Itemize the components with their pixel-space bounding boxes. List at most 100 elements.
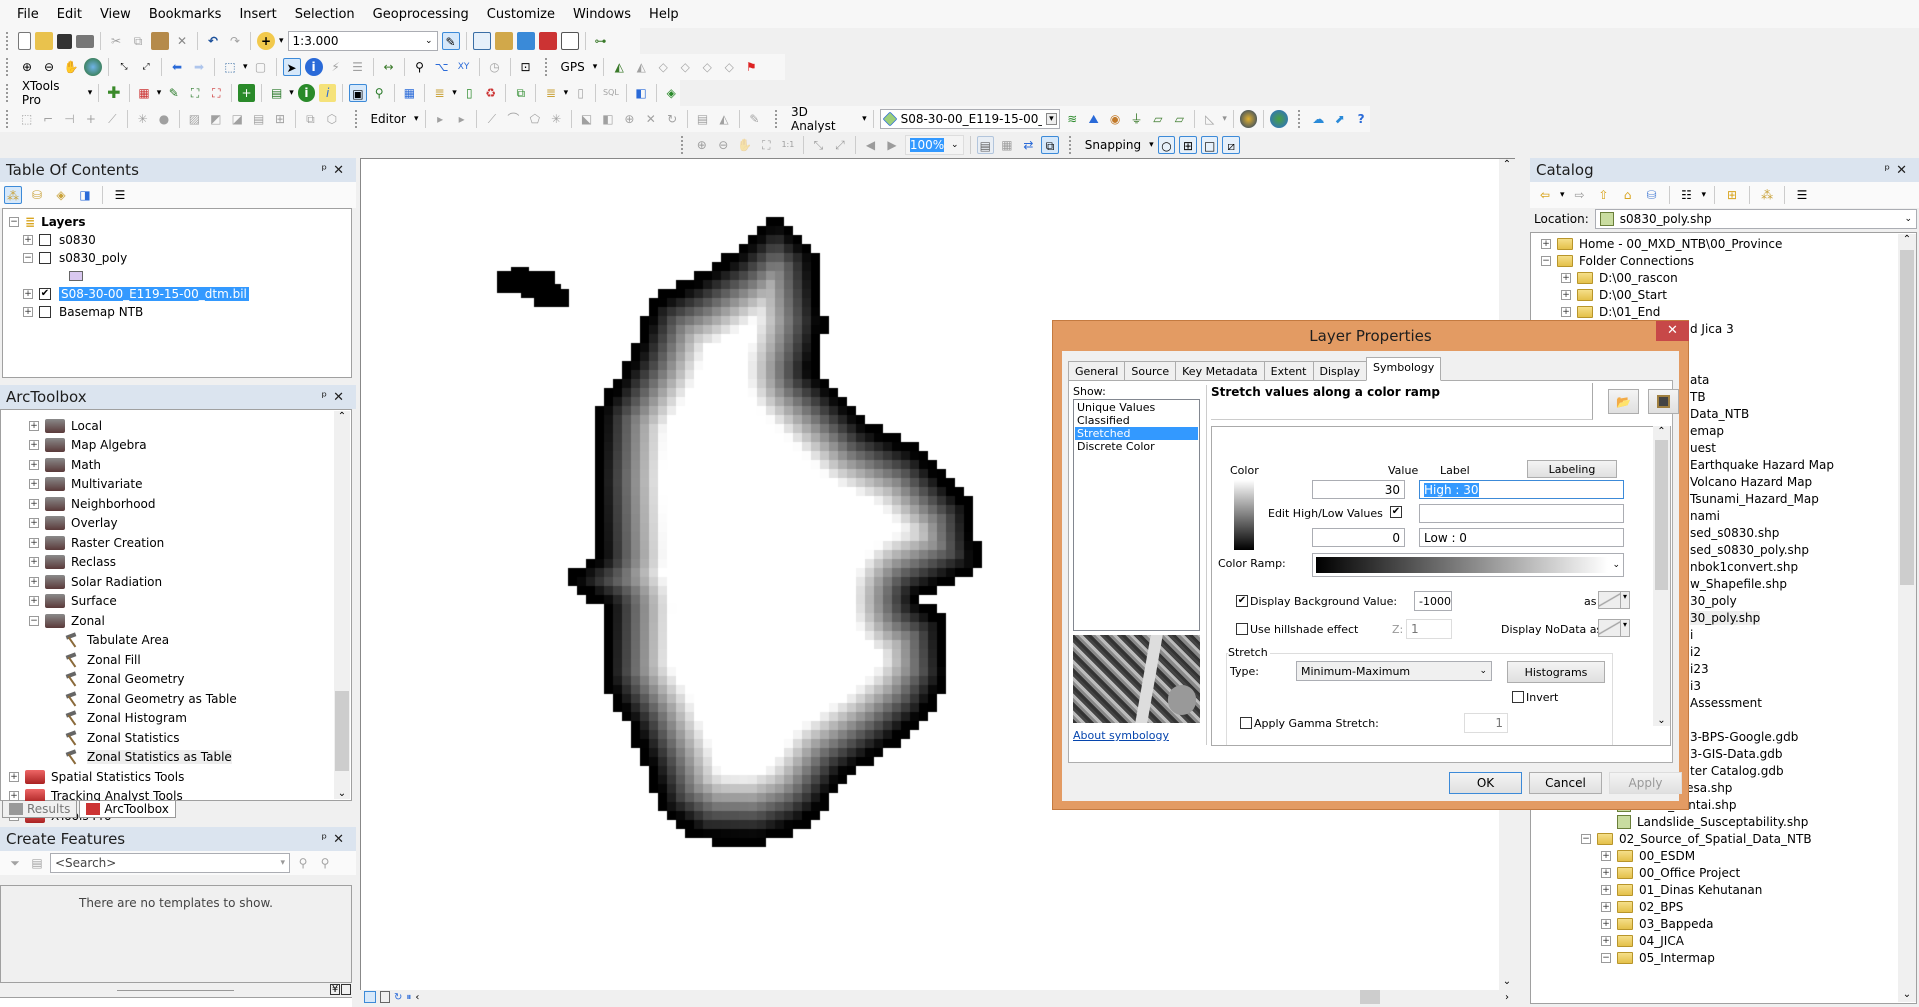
overview-icon[interactable]: ▣ (349, 84, 367, 102)
layout-100-icon[interactable]: 1:1 (779, 136, 797, 154)
python-window-icon[interactable] (560, 32, 579, 50)
display-background-checkbox[interactable]: ✔ (1236, 595, 1248, 607)
catalog-item[interactable]: − 02_Source_of_Spatial_Data_NTB (1531, 830, 1916, 847)
toolset-item[interactable]: + Local (1, 416, 351, 436)
expand-icon[interactable]: + (29, 537, 39, 548)
clear-selection-icon[interactable]: ▢ (252, 58, 270, 76)
toc-layer[interactable]: + ✔ S08-30-00_E119-15-00_dtm.bil (9, 285, 345, 303)
topology-tool-1-icon[interactable]: ▨ (186, 110, 203, 128)
list-by-visibility-icon[interactable]: ◈ (52, 186, 70, 204)
high-value-input[interactable]: 30 (1312, 480, 1405, 499)
gps-menu[interactable]: GPS (557, 60, 589, 74)
scroll-left-icon[interactable]: ‹ (415, 992, 419, 1003)
toggle-contents-icon[interactable]: ⁂ (1758, 186, 1776, 204)
symbology-scrollbar[interactable]: ⌃ ⌄ (1653, 426, 1670, 726)
topology-sparkle-icon[interactable]: ✳ (134, 110, 151, 128)
expand-icon[interactable]: + (1601, 884, 1611, 895)
clear-search-icon[interactable]: ⚲ (316, 854, 334, 872)
expand-icon[interactable]: + (29, 479, 39, 490)
back-dropdown[interactable]: ▾ (1560, 190, 1565, 200)
refresh-icon[interactable]: ↻ (394, 992, 402, 1003)
help-icon[interactable]: ? (1352, 110, 1369, 128)
editor-menu[interactable]: Editor (366, 112, 410, 126)
splitter-handle[interactable] (117, 990, 234, 991)
menu-insert[interactable]: Insert (230, 7, 285, 22)
straight-segment-icon[interactable]: ⟋ (483, 110, 500, 128)
layout-zoom-out-icon[interactable]: ⊖ (715, 136, 733, 154)
topology-split-icon[interactable]: ⊣ (61, 110, 78, 128)
catalog-item[interactable]: + Home - 00_MXD_NTB\00_Province (1531, 235, 1916, 252)
stretch-type-select[interactable]: Minimum-Maximum ⌄ (1296, 661, 1492, 681)
export-table-icon[interactable]: ◧ (632, 84, 649, 102)
topology-line-icon[interactable]: ⟋ (104, 110, 121, 128)
table-grid-icon[interactable]: ▦ (135, 84, 152, 102)
tool-item[interactable]: Zonal Geometry as Table (1, 689, 351, 709)
catalog-item[interactable]: + D:\00_Start (1531, 286, 1916, 303)
gps-icon[interactable]: ◭ (610, 58, 628, 76)
layer-list-icon[interactable]: ≣ (542, 84, 559, 102)
low-label-input[interactable]: Low : 0 (1419, 528, 1624, 547)
expand-icon[interactable]: + (29, 420, 39, 431)
expand-icon[interactable]: + (29, 518, 39, 529)
expand-icon[interactable]: + (1561, 289, 1571, 300)
layer-visibility-checkbox[interactable] (39, 306, 51, 318)
dialog-close-button[interactable]: ✕ (1656, 321, 1689, 341)
scroll-down-icon[interactable]: ⌄ (1653, 715, 1670, 726)
add-point-icon[interactable]: ✚ (105, 84, 122, 102)
toolbox-item[interactable]: + Spatial Statistics Tools (1, 767, 351, 787)
apply-button[interactable]: Apply (1609, 772, 1682, 794)
attributes-icon[interactable]: ▤ (694, 110, 711, 128)
low-value-input[interactable]: 0 (1312, 528, 1405, 547)
collapse-icon[interactable]: − (1541, 255, 1551, 266)
find-layer-icon[interactable]: ⚲ (371, 84, 388, 102)
tool-item[interactable]: Zonal Fill (1, 650, 351, 670)
scroll-thumb[interactable] (1655, 440, 1668, 590)
toc-layer[interactable]: + Basemap NTB (9, 303, 345, 321)
clipboard-icon[interactable]: ▯ (572, 84, 589, 102)
scroll-down-icon[interactable]: ⌄ (1898, 989, 1916, 1000)
expand-icon[interactable]: + (29, 498, 39, 509)
collapse-icon[interactable]: − (23, 253, 33, 263)
topology-tool-2-icon[interactable]: ◩ (207, 110, 224, 128)
pan-hand-icon[interactable]: ✋ (62, 58, 80, 76)
save-symbology-button[interactable] (1648, 389, 1679, 414)
collapse-icon[interactable]: − (29, 615, 39, 626)
pin-icon[interactable]: ᵖ (322, 390, 334, 405)
tool-item[interactable]: Zonal Histogram (1, 709, 351, 729)
about-symbology-link[interactable]: About symbology (1073, 729, 1169, 742)
tool-item[interactable]: Zonal Geometry (1, 670, 351, 690)
gps-tool-icon-4[interactable]: ◇ (720, 58, 738, 76)
scroll-up-icon[interactable]: ⌃ (1653, 426, 1670, 437)
import-symbology-button[interactable]: 📂 (1608, 389, 1639, 414)
layer-stack-icon[interactable]: ≣ (431, 84, 448, 102)
layer-list-dropdown[interactable]: ▾ (564, 88, 569, 98)
profile-dropdown[interactable]: ▾ (1222, 114, 1227, 124)
magnifier-window-icon[interactable]: ⊡ (517, 58, 535, 76)
find-route-icon[interactable]: ⌥ (433, 58, 451, 76)
toolset-item[interactable]: + Map Algebra (1, 436, 351, 456)
layer-name[interactable]: s0830_poly (59, 251, 127, 265)
tab-key-metadata[interactable]: Key Metadata (1175, 361, 1265, 381)
topology-tool-6-icon[interactable]: ⧉ (302, 110, 319, 128)
scroll-up-icon[interactable]: ⌃ (334, 411, 350, 422)
menu-view[interactable]: View (91, 7, 140, 22)
menu-customize[interactable]: Customize (478, 7, 564, 22)
expand-icon[interactable]: + (9, 791, 19, 802)
gps-tool-icon-3[interactable]: ◇ (698, 58, 716, 76)
color-ramp-combo[interactable]: ⌄ (1312, 553, 1624, 577)
diamond-table-icon[interactable]: ◈ (663, 84, 680, 102)
toolbar-grip[interactable] (1297, 110, 1302, 128)
tool-item[interactable]: Zonal Statistics as Table (1, 748, 351, 768)
edit-annotation-icon[interactable]: ▸ (453, 110, 470, 128)
home-icon[interactable]: ⌂ (1619, 186, 1637, 204)
list-by-source-icon[interactable]: ⛁ (28, 186, 46, 204)
profile-graph-icon[interactable]: ◺ (1201, 110, 1218, 128)
filter-icon[interactable]: ⏷ (6, 854, 24, 872)
topology-tool-4-icon[interactable]: ▤ (250, 110, 267, 128)
labeling-button[interactable]: Labeling (1527, 460, 1617, 478)
default-geodatabase-icon[interactable]: ⛁ (1643, 186, 1661, 204)
save-icon[interactable] (57, 33, 72, 49)
delete-icon[interactable]: ✕ (173, 32, 191, 50)
close-icon[interactable]: ✕ (333, 163, 350, 178)
layer-name[interactable]: Basemap NTB (59, 305, 143, 319)
